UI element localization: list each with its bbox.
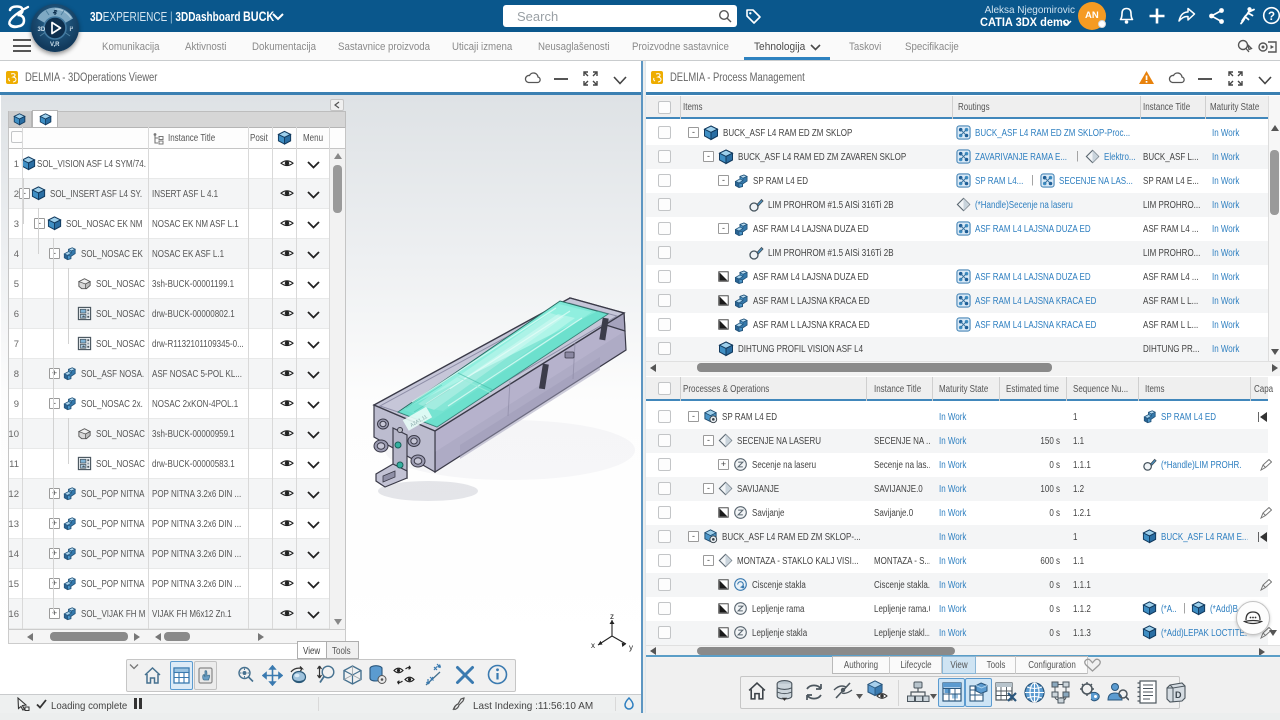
svg-text:i²: i² (70, 26, 74, 33)
svg-text:z: z (610, 614, 614, 621)
svg-text:x: x (591, 641, 595, 650)
svg-text:3D: 3D (38, 27, 46, 33)
svg-text:?: ? (1268, 11, 1275, 23)
svg-text:D: D (1175, 690, 1182, 700)
svg-text:V,R: V,R (50, 42, 60, 48)
svg-text:y: y (629, 643, 633, 652)
